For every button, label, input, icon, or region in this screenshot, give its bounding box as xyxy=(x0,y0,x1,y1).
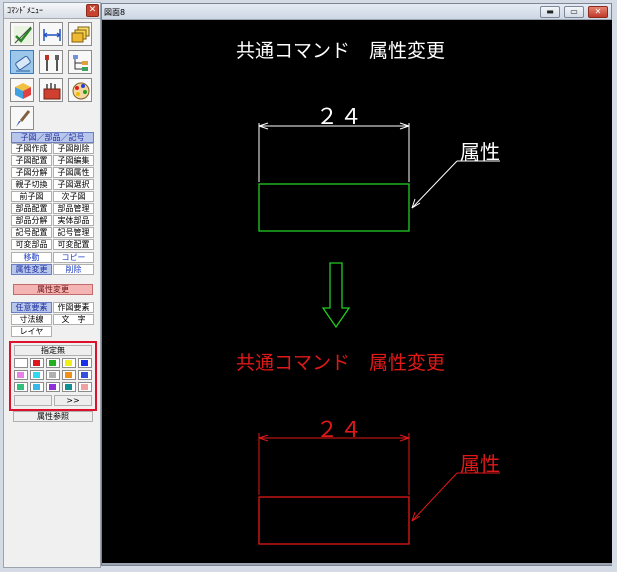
cad-canvas[interactable]: 共通コマンド 属性変更 ２４ 属性 共通コマンド 属性変更 ２４ 属性 xyxy=(102,20,612,564)
color-swatch-13[interactable] xyxy=(46,382,60,392)
layers-icon[interactable] xyxy=(68,22,92,46)
palette-icon[interactable] xyxy=(68,78,92,102)
tools-icon[interactable] xyxy=(39,50,63,74)
color-swatch-14[interactable] xyxy=(62,382,76,392)
text-button[interactable]: 文 字 xyxy=(53,314,94,325)
horizontal-scrollbar[interactable] xyxy=(102,563,612,565)
color-swatch-7[interactable] xyxy=(30,370,44,380)
attribute-reference-button[interactable]: 属性参照 xyxy=(13,411,93,422)
unspecified-color-button[interactable]: 指定無 xyxy=(14,345,92,356)
bottom-dimension-text: ２４ xyxy=(316,418,365,443)
top-title-text: 共通コマンド 属性変更 xyxy=(236,40,446,62)
color-swatch-5[interactable] xyxy=(78,358,92,368)
subfigure-explode-button[interactable]: 子図分解 xyxy=(11,167,52,178)
color-extra-button[interactable] xyxy=(14,395,52,406)
any-element-button[interactable]: 任意要素 xyxy=(11,302,52,313)
minimize-button[interactable]: ▬ xyxy=(540,6,560,18)
bottom-attribute-label: 属性 xyxy=(460,452,500,476)
panel-title: ｺﾏﾝﾄﾞﾒﾆｭｰ xyxy=(7,6,43,15)
parent-child-switch-button[interactable]: 親子切換 xyxy=(11,179,52,190)
panel-titlebar: ｺﾏﾝﾄﾞﾒﾆｭｰ ✕ xyxy=(4,3,100,19)
color-swatch-1[interactable] xyxy=(14,358,28,368)
eraser-icon[interactable] xyxy=(10,50,34,74)
color-swatch-11[interactable] xyxy=(14,382,28,392)
bottom-rectangle xyxy=(258,496,410,545)
drawing-window-title: 図面8 xyxy=(104,8,126,17)
color-swatch-9[interactable] xyxy=(62,370,76,380)
attribute-change-button[interactable]: 属性変更 xyxy=(11,264,52,275)
color-selection-box: 指定無 >> xyxy=(9,341,97,411)
color-swatch-8[interactable] xyxy=(46,370,60,380)
dimension-icon[interactable] xyxy=(39,22,63,46)
subfigure-place-button[interactable]: 子図配置 xyxy=(11,155,52,166)
copy-button[interactable]: コピー xyxy=(53,252,94,263)
part-explode-button[interactable]: 部品分解 xyxy=(11,215,52,226)
color-swatch-4[interactable] xyxy=(62,358,76,368)
delete-button[interactable]: 削除 xyxy=(53,264,94,275)
command-menu-panel: ｺﾏﾝﾄﾞﾒﾆｭｰ ✕ 子図／部品／記号 子図作成 子図削除 子図配置 子図編集… xyxy=(3,2,101,568)
part-place-button[interactable]: 部品配置 xyxy=(11,203,52,214)
move-button[interactable]: 移動 xyxy=(11,252,52,263)
maximize-button[interactable]: ▭ xyxy=(564,6,584,18)
drawing-window: 図面8 ▬ ▭ ✕ 共通コマンド 属性変更 ２４ 属性 共通コマンド 属性変更 … xyxy=(101,3,612,566)
prev-subfigure-button[interactable]: 前子図 xyxy=(11,191,52,202)
close-window-button[interactable]: ✕ xyxy=(588,6,608,18)
bottom-title-text: 共通コマンド 属性変更 xyxy=(236,352,446,374)
color-swatch-10[interactable] xyxy=(78,370,92,380)
symbol-manage-button[interactable]: 記号管理 xyxy=(53,227,94,238)
color-swatch-2[interactable] xyxy=(30,358,44,368)
subfigure-edit-button[interactable]: 子図編集 xyxy=(53,155,94,166)
color-swatch-15[interactable] xyxy=(78,382,92,392)
panel-close-button[interactable]: ✕ xyxy=(86,4,99,17)
top-dimension xyxy=(258,122,410,182)
drawn-element-button[interactable]: 作図要素 xyxy=(53,302,94,313)
down-arrow xyxy=(321,262,351,329)
top-rectangle xyxy=(258,183,410,232)
top-leader xyxy=(411,160,500,209)
dimension-line-button[interactable]: 寸法線 xyxy=(11,314,52,325)
symbol-place-button[interactable]: 記号配置 xyxy=(11,227,52,238)
cube-icon[interactable] xyxy=(10,78,34,102)
app-root: ｺﾏﾝﾄﾞﾒﾆｭｰ ✕ 子図／部品／記号 子図作成 子図削除 子図配置 子図編集… xyxy=(0,0,617,572)
top-attribute-label: 属性 xyxy=(460,140,500,164)
variable-place-button[interactable]: 可変配置 xyxy=(53,239,94,250)
brush-icon[interactable] xyxy=(10,106,34,130)
tree-icon[interactable] xyxy=(68,50,92,74)
subfigure-select-button[interactable]: 子図選択 xyxy=(53,179,94,190)
color-swatch-12[interactable] xyxy=(30,382,44,392)
variable-part-button[interactable]: 可変部品 xyxy=(11,239,52,250)
part-manage-button[interactable]: 部品管理 xyxy=(53,203,94,214)
more-colors-button[interactable]: >> xyxy=(54,395,92,406)
attribute-change-title: 属性変更 xyxy=(13,284,93,295)
subfigure-create-button[interactable]: 子図作成 xyxy=(11,143,52,154)
layer-button[interactable]: レイヤ xyxy=(11,326,52,337)
toolbox-icon[interactable] xyxy=(39,78,63,102)
subfigure-attribute-button[interactable]: 子図属性 xyxy=(53,167,94,178)
next-subfigure-button[interactable]: 次子図 xyxy=(53,191,94,202)
entity-part-button[interactable]: 実体部品 xyxy=(53,215,94,226)
drawing-window-titlebar: 図面8 ▬ ▭ ✕ xyxy=(102,4,611,20)
bottom-leader xyxy=(411,472,500,522)
check-icon[interactable] xyxy=(10,22,34,46)
subfigure-part-symbol-header[interactable]: 子図／部品／記号 xyxy=(11,132,94,143)
color-swatch-3[interactable] xyxy=(46,358,60,368)
subfigure-delete-button[interactable]: 子図削除 xyxy=(53,143,94,154)
color-swatch-6[interactable] xyxy=(14,370,28,380)
top-dimension-text: ２４ xyxy=(316,105,365,130)
